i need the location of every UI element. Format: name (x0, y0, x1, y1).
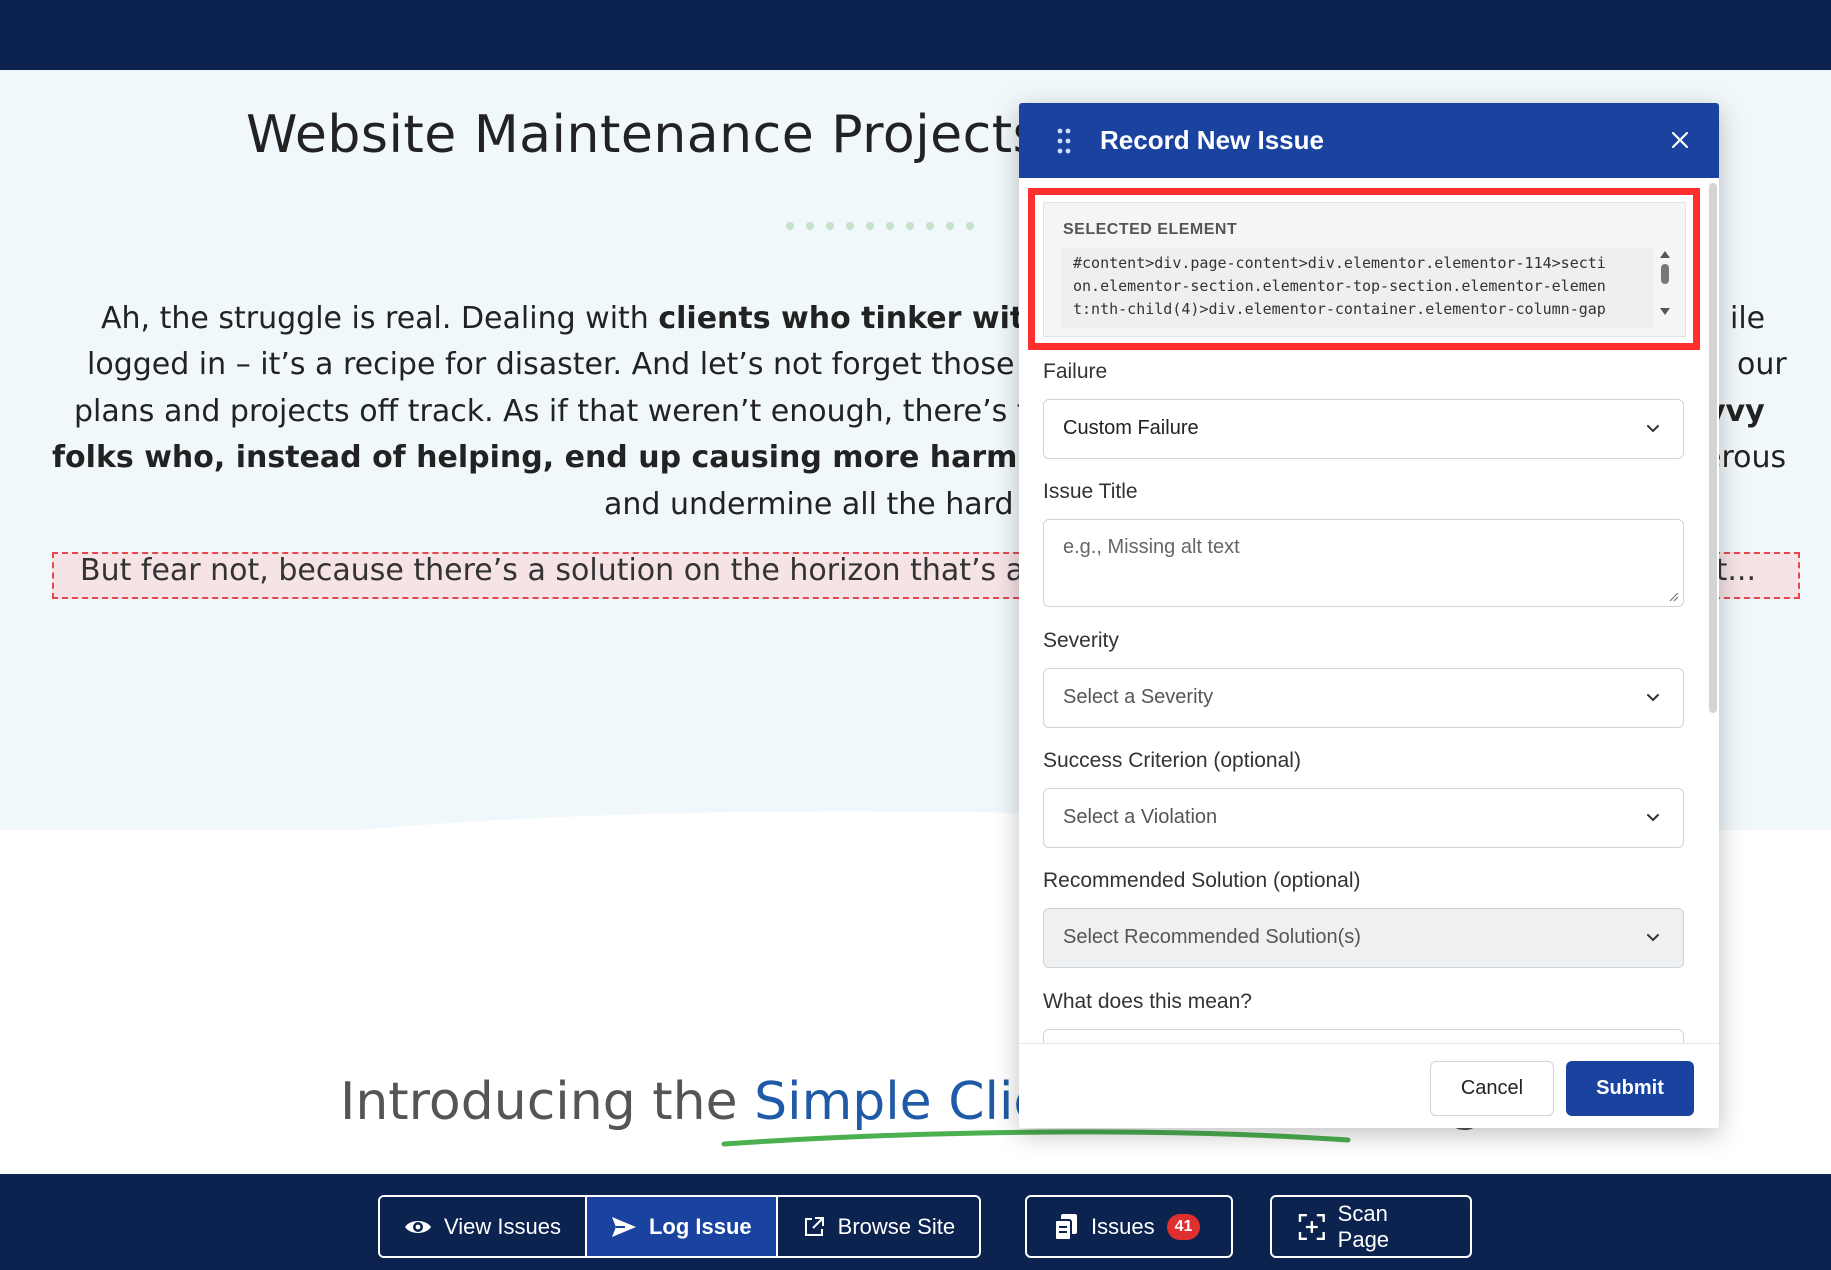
view-issues-label: View Issues (444, 1213, 561, 1239)
log-issue-label: Log Issue (648, 1213, 752, 1239)
drag-handle-icon[interactable] (1057, 128, 1071, 154)
decorative-dots (786, 222, 974, 230)
eye-icon (405, 1220, 431, 1233)
selected-element-selector[interactable]: #content>div.page-content>div.elementor.… (1061, 248, 1653, 328)
modal-scrollbar[interactable] (1709, 183, 1717, 713)
what-does-this-mean-input[interactable] (1043, 1029, 1684, 1043)
resize-handle-icon[interactable] (1667, 590, 1679, 602)
scan-icon (1298, 1213, 1325, 1240)
issue-title-placeholder: e.g., Missing alt text (1063, 536, 1240, 558)
issues-label: Issues (1091, 1213, 1155, 1239)
chevron-down-icon (1647, 694, 1659, 702)
record-issue-modal: Record New Issue SELECTED ELEMENT #conte… (1019, 103, 1719, 1128)
issue-title-input[interactable]: e.g., Missing alt text (1043, 519, 1684, 607)
modal-header[interactable]: Record New Issue (1019, 103, 1719, 178)
clipboard-list-icon (1054, 1213, 1077, 1241)
chevron-down-icon (1647, 934, 1659, 942)
highlighted-paragraph: But fear not, because there’s a solution… (80, 553, 1062, 588)
issues-button[interactable]: Issues 41 (1025, 1195, 1233, 1258)
selected-element-label: SELECTED ELEMENT (1063, 221, 1238, 238)
chevron-down-icon (1647, 425, 1659, 433)
selector-scrollbar[interactable] (1659, 250, 1671, 320)
page-title: Website Maintenance Projects (246, 105, 1041, 165)
selector-line: #content>div.page-content>div.elementor.… (1073, 254, 1606, 272)
selector-line: t:nth-child(4)>div.elementor-container.e… (1073, 300, 1606, 318)
scan-page-label: Scan Page (1337, 1200, 1390, 1252)
failure-select[interactable]: Custom Failure (1043, 399, 1684, 459)
external-link-icon (804, 1216, 824, 1236)
selector-line: on.elementor-section.elementor-top-secti… (1073, 277, 1606, 295)
send-icon (611, 1216, 636, 1237)
issues-count-badge: 41 (1166, 1213, 1201, 1240)
modal-footer: Cancel Submit (1019, 1043, 1719, 1128)
top-navigation-bar (0, 0, 1831, 70)
failure-label: Failure (1043, 360, 1108, 383)
failure-value: Custom Failure (1063, 417, 1199, 439)
submit-button[interactable]: Submit (1566, 1061, 1694, 1116)
modal-title: Record New Issue (1100, 125, 1324, 155)
close-icon[interactable] (1665, 125, 1695, 155)
view-issues-button[interactable]: View Issues (380, 1197, 585, 1256)
recommended-solution-select[interactable]: Select Recommended Solution(s) (1043, 908, 1684, 968)
cancel-button[interactable]: Cancel (1430, 1061, 1554, 1116)
severity-label: Severity (1043, 629, 1119, 652)
modal-body[interactable]: SELECTED ELEMENT #content>div.page-conte… (1019, 178, 1719, 1043)
severity-select[interactable]: Select a Severity (1043, 668, 1684, 728)
recommended-solution-label: Recommended Solution (optional) (1043, 869, 1361, 892)
chevron-down-icon (1647, 814, 1659, 822)
severity-value: Select a Severity (1063, 686, 1214, 708)
success-criterion-select[interactable]: Select a Violation (1043, 788, 1684, 848)
success-criterion-value: Select a Violation (1063, 806, 1218, 828)
what-does-this-mean-label: What does this mean? (1043, 990, 1252, 1013)
success-criterion-label: Success Criterion (optional) (1043, 749, 1301, 772)
browse-site-button[interactable]: Browse Site (775, 1197, 980, 1256)
browse-site-label: Browse Site (837, 1213, 956, 1239)
scan-page-button[interactable]: Scan Page (1270, 1195, 1472, 1258)
log-issue-button[interactable]: Log Issue (584, 1197, 776, 1256)
mode-button-group: View Issues Log Issue Browse Site (378, 1195, 982, 1258)
issue-title-label: Issue Title (1043, 480, 1138, 503)
recommended-solution-value: Select Recommended Solution(s) (1063, 926, 1361, 948)
